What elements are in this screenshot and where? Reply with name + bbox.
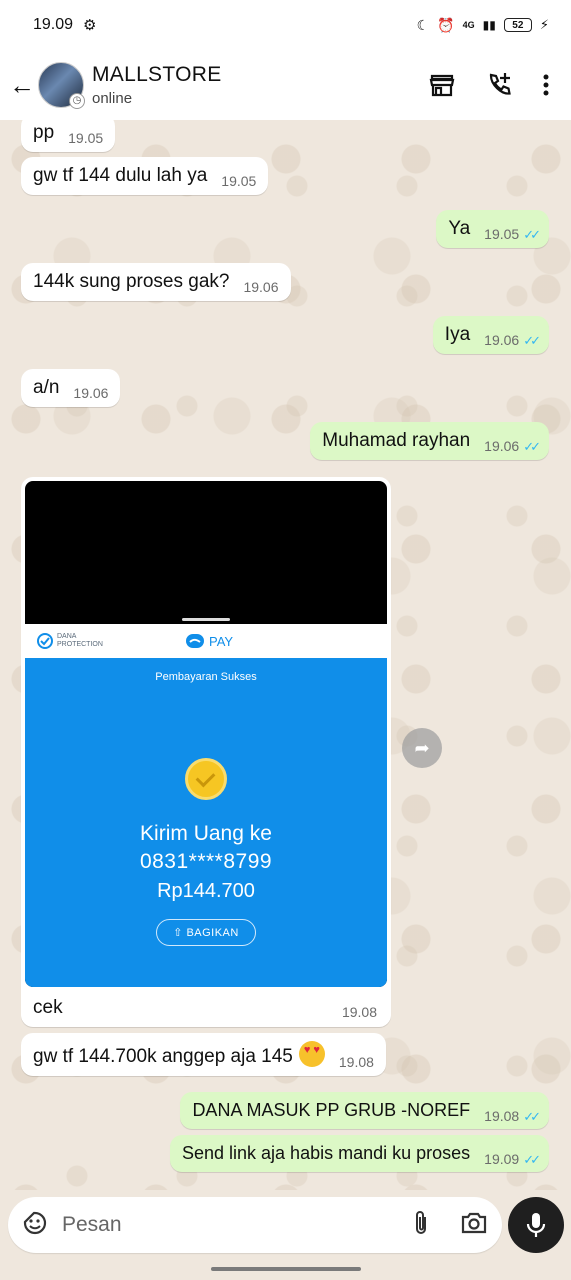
message-time: 19.06 bbox=[243, 279, 279, 295]
image-caption: cek bbox=[33, 997, 63, 1018]
contact-info[interactable]: MALLSTORE online bbox=[92, 63, 222, 107]
attach-icon[interactable] bbox=[412, 1209, 430, 1242]
more-options-icon[interactable] bbox=[543, 73, 549, 97]
message-text: a/n bbox=[33, 377, 60, 398]
chat-header: ← ◷ MALLSTORE online bbox=[0, 50, 571, 120]
protection-label: DANA PROTECTION bbox=[57, 633, 103, 648]
mic-button[interactable] bbox=[508, 1197, 564, 1253]
read-ticks-icon: ✓✓ bbox=[523, 1109, 541, 1124]
message-text: Send link aja habis mandi ku proses bbox=[181, 1143, 471, 1163]
avatar[interactable]: ◷ bbox=[38, 62, 85, 109]
message-time: 19.06 bbox=[484, 438, 520, 454]
sticker-icon[interactable] bbox=[22, 1210, 48, 1241]
status-time: 19.09 bbox=[33, 16, 74, 33]
alarm-icon: ⏰ bbox=[437, 16, 455, 33]
image-message[interactable]: DANA PROTECTION PAY Pembayaran Sukses Ki… bbox=[21, 477, 391, 1027]
message-bubble[interactable]: Iya 19.06 ✓✓ bbox=[432, 316, 549, 354]
message-time: 19.08 bbox=[341, 1004, 377, 1020]
read-ticks-icon: ✓✓ bbox=[523, 333, 541, 348]
message-text: gw tf 144 dulu lah ya bbox=[33, 165, 208, 186]
home-gesture-handle[interactable] bbox=[211, 1267, 361, 1271]
receipt-title: Kirim Uang ke bbox=[140, 822, 272, 845]
signal-icon: ▮▮ bbox=[482, 18, 496, 32]
message-bubble[interactable]: gw tf 144.700k anggep aja 145 19.08 bbox=[21, 1033, 386, 1076]
message-text: Ya bbox=[448, 218, 471, 239]
battery-icon: 52 bbox=[503, 18, 532, 32]
share-label: BAGIKAN bbox=[186, 927, 239, 939]
mic-icon bbox=[526, 1213, 546, 1237]
message-text: pp bbox=[33, 122, 55, 143]
payment-status: Pembayaran Sukses bbox=[155, 671, 257, 683]
message-time: 19.05 bbox=[68, 130, 104, 146]
navigation-bar bbox=[0, 1258, 571, 1280]
settings-gear-icon: ⚙ bbox=[83, 17, 97, 34]
share-button: ⇧ BAGIKAN bbox=[156, 919, 256, 946]
receipt-body: Pembayaran Sukses Kirim Uang ke 0831****… bbox=[25, 658, 387, 987]
read-ticks-icon: ✓✓ bbox=[523, 227, 541, 242]
message-bubble[interactable]: Ya 19.05 ✓✓ bbox=[436, 210, 549, 248]
message-bubble[interactable]: DANA MASUK PP GRUB -NOREF 19.08 ✓✓ bbox=[180, 1092, 549, 1129]
message-bubble[interactable]: Send link aja habis mandi ku proses 19.09… bbox=[169, 1135, 549, 1172]
contact-status: online bbox=[92, 90, 133, 107]
network-label: 4G bbox=[462, 20, 475, 30]
message-text: gw tf 144.700k anggep aja 145 bbox=[33, 1046, 293, 1067]
receipt-amount: Rp144.700 bbox=[157, 880, 255, 902]
dana-logo-icon bbox=[186, 634, 204, 648]
message-bubble[interactable]: gw tf 144 dulu lah ya 19.05 bbox=[21, 157, 269, 195]
contact-name: MALLSTORE bbox=[92, 63, 222, 86]
status-bar: 19.09 ⚙ ☾ ⏰ 4G ▮▮ 52 ⚡ bbox=[0, 0, 571, 50]
pay-label: PAY bbox=[209, 633, 234, 649]
message-input[interactable] bbox=[62, 1213, 382, 1237]
message-bubble[interactable]: Muhamad rayhan 19.06 ✓✓ bbox=[310, 422, 549, 460]
read-ticks-icon: ✓✓ bbox=[523, 1152, 541, 1167]
message-time: 19.08 bbox=[338, 1054, 374, 1070]
message-time: 19.06 bbox=[73, 385, 109, 401]
share-icon: ⇧ bbox=[173, 927, 183, 939]
message-text: DANA MASUK PP GRUB -NOREF bbox=[192, 1100, 471, 1120]
read-ticks-icon: ✓✓ bbox=[523, 439, 541, 454]
chat-area[interactable]: pp 19.05 gw tf 144 dulu lah ya 19.05 Ya 19.… bbox=[0, 120, 571, 1190]
message-text: 144k sung proses gak? bbox=[33, 271, 230, 292]
add-call-icon[interactable] bbox=[485, 71, 513, 99]
camera-icon[interactable] bbox=[460, 1211, 488, 1240]
store-icon[interactable] bbox=[429, 73, 455, 97]
message-text: Iya bbox=[444, 324, 471, 345]
message-time: 19.05 bbox=[484, 226, 520, 242]
message-bubble[interactable]: 144k sung proses gak? 19.06 bbox=[21, 263, 291, 301]
message-composer bbox=[8, 1197, 502, 1253]
receipt-account: 0831****8799 bbox=[139, 850, 273, 873]
dana-header: DANA PROTECTION PAY bbox=[25, 624, 387, 658]
heart-eyes-emoji-icon bbox=[298, 1041, 325, 1067]
dana-protection-badge: DANA PROTECTION bbox=[37, 633, 177, 649]
dana-shield-icon bbox=[37, 633, 53, 649]
success-coin-icon bbox=[185, 758, 227, 800]
message-bubble[interactable]: a/n 19.06 bbox=[21, 369, 121, 407]
moon-icon: ☾ bbox=[416, 16, 430, 33]
status-badge-icon: ◷ bbox=[69, 93, 85, 109]
receipt-screenshot[interactable]: DANA PROTECTION PAY Pembayaran Sukses Ki… bbox=[25, 481, 387, 987]
message-time: 19.08 bbox=[484, 1108, 520, 1124]
message-text: Muhamad rayhan bbox=[322, 430, 471, 451]
charging-icon: ⚡ bbox=[539, 17, 549, 32]
message-time: 19.05 bbox=[221, 173, 257, 189]
forward-icon[interactable]: ➦ bbox=[402, 728, 442, 768]
message-time: 19.06 bbox=[484, 332, 520, 348]
message-bubble[interactable]: pp 19.05 bbox=[21, 120, 116, 152]
back-arrow-icon[interactable]: ← bbox=[9, 70, 35, 100]
dana-pay-badge: PAY bbox=[185, 633, 233, 649]
sheet-handle bbox=[182, 618, 230, 621]
message-time: 19.09 bbox=[484, 1151, 520, 1167]
